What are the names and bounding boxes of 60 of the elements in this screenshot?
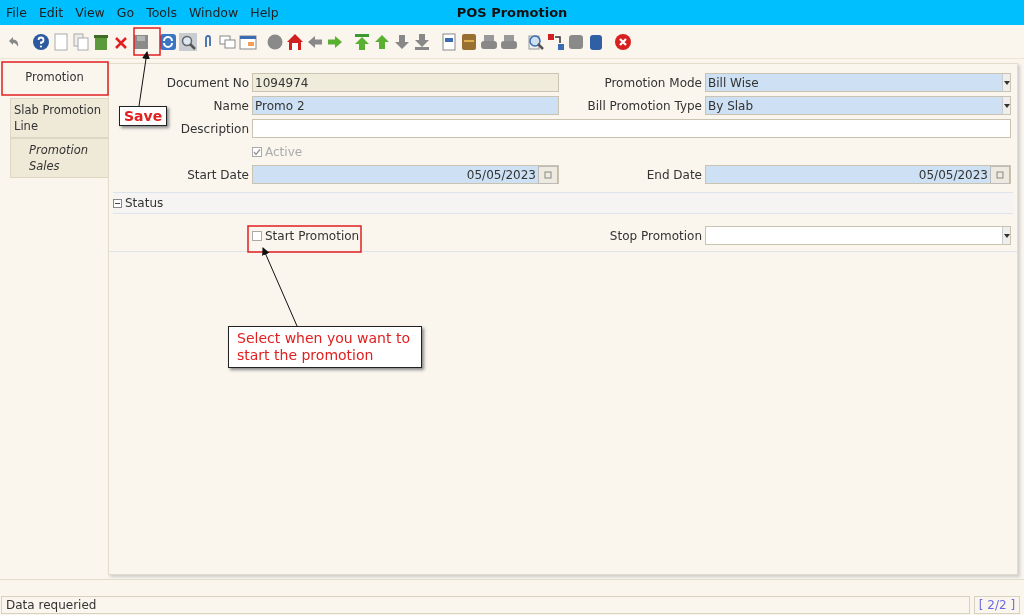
- input-field[interactable]: [252, 119, 1011, 138]
- menu-item[interactable]: Help: [250, 5, 279, 20]
- printer-icon[interactable]: [500, 32, 518, 51]
- close-icon[interactable]: [614, 32, 632, 51]
- menu-item[interactable]: Tools: [146, 5, 177, 20]
- date-field[interactable]: 05/05/2023: [705, 165, 1011, 184]
- home-icon[interactable]: [286, 32, 304, 51]
- date-field[interactable]: 05/05/2023: [252, 165, 559, 184]
- field-label: Description: [179, 121, 249, 136]
- annotation-arrow: [138, 51, 150, 107]
- chat-icon[interactable]: [219, 32, 237, 51]
- magnifier-icon[interactable]: [179, 32, 197, 51]
- report-icon[interactable]: [440, 32, 458, 51]
- field-label: Name: [212, 98, 249, 113]
- field-label: End Date: [645, 167, 702, 182]
- database-icon[interactable]: [587, 32, 605, 51]
- section-title: Status: [125, 196, 164, 210]
- menu-item[interactable]: Window: [188, 5, 239, 20]
- dropdown-field[interactable]: Bill Wise: [705, 73, 1011, 92]
- workflow-icon[interactable]: [547, 32, 565, 51]
- checkbox-label[interactable]: Start Promotion: [252, 226, 559, 245]
- caret-icon[interactable]: [1002, 227, 1010, 244]
- down-arrow-icon[interactable]: [393, 32, 411, 51]
- menu-item[interactable]: Edit: [38, 5, 64, 20]
- record-counter: [ 2/2 ]: [974, 596, 1020, 614]
- tab[interactable]: Slab Promotion Line: [10, 98, 108, 138]
- tab[interactable]: Promotion Sales: [10, 138, 108, 178]
- last-record-icon[interactable]: [413, 32, 431, 51]
- menu-item[interactable]: View: [75, 5, 105, 20]
- dropdown-field[interactable]: [705, 226, 1011, 245]
- status-message: Data requeried: [1, 596, 970, 614]
- highlight-frame: [133, 27, 161, 56]
- caret-icon[interactable]: [1002, 74, 1010, 91]
- collapse-icon[interactable]: [113, 198, 122, 208]
- callout-label: Select when you want to start the promotion: [228, 326, 422, 368]
- input-field[interactable]: 1094974: [252, 73, 559, 92]
- field-label: Stop Promotion: [608, 228, 702, 243]
- dropdown-field[interactable]: By Slab: [705, 96, 1011, 115]
- archive-icon[interactable]: [460, 32, 478, 51]
- callout-label: Save: [119, 106, 168, 126]
- zoom-across-icon[interactable]: [527, 32, 545, 51]
- checkbox-icon[interactable]: [252, 230, 262, 241]
- caret-icon[interactable]: [1002, 97, 1010, 114]
- field-label: Start Date: [186, 167, 249, 182]
- input-field[interactable]: Promo 2: [252, 96, 559, 115]
- menu-item[interactable]: File: [6, 5, 27, 20]
- trash-bin-icon[interactable]: [92, 32, 110, 51]
- menu-item[interactable]: Go: [116, 5, 135, 20]
- window-title: POS Promotion: [456, 5, 568, 20]
- field-label: Promotion Mode: [603, 75, 702, 90]
- field-label: Bill Promotion Type: [586, 98, 702, 113]
- printer-icon[interactable]: [480, 32, 498, 51]
- box-icon[interactable]: [567, 32, 585, 51]
- first-record-icon[interactable]: [353, 32, 371, 51]
- section-header[interactable]: Status: [113, 192, 1013, 214]
- circle-icon[interactable]: [266, 32, 284, 51]
- calendar-icon[interactable]: [239, 32, 257, 51]
- help-icon[interactable]: [32, 32, 50, 51]
- up-arrow-icon[interactable]: [373, 32, 391, 51]
- field-label: Document No: [165, 75, 249, 90]
